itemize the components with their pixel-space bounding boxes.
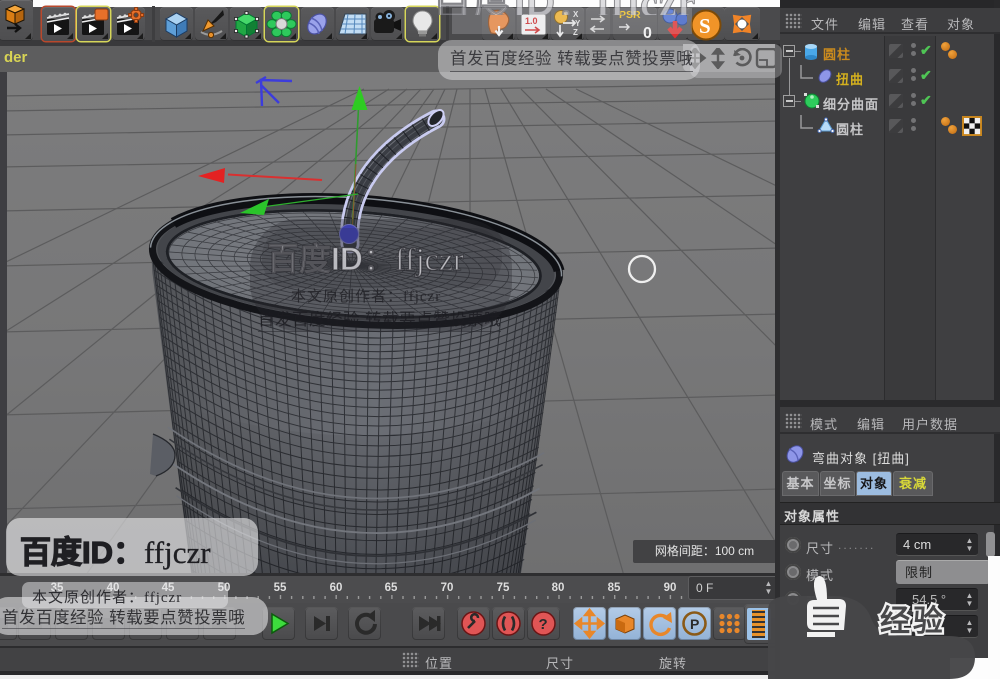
svg-text:55: 55: [274, 582, 287, 594]
svg-text:65: 65: [385, 582, 398, 594]
svg-text:85: 85: [608, 582, 621, 594]
svg-text:P: P: [690, 616, 699, 632]
svg-text:75: 75: [497, 582, 510, 594]
svg-text:80: 80: [552, 582, 565, 594]
svg-text:60: 60: [330, 582, 343, 594]
svg-text:90: 90: [664, 582, 677, 594]
svg-text:S: S: [699, 14, 711, 38]
svg-text:?: ?: [539, 616, 548, 633]
svg-text:70: 70: [441, 582, 454, 594]
